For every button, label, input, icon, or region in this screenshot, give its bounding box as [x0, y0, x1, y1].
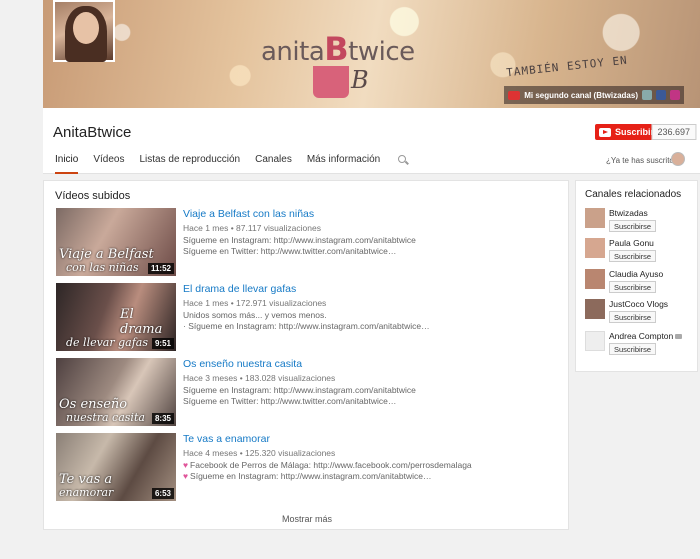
- verified-icon: [675, 334, 683, 340]
- video-desc: ♥ Sígueme en Instagram: http://www.instag…: [183, 471, 432, 481]
- mug-letter: B: [351, 66, 369, 94]
- video-desc: Sígueme en Instagram: http://www.instagr…: [183, 235, 416, 245]
- youtube-icon[interactable]: [508, 90, 521, 100]
- heart-icon: ♥: [183, 460, 189, 470]
- video-item[interactable]: El drama de llevar gafas 9:51 El drama d…: [56, 283, 566, 353]
- channel-avatar[interactable]: [585, 331, 605, 351]
- subscribe-button[interactable]: Suscribirse: [609, 220, 657, 232]
- user-avatar[interactable]: [671, 152, 685, 166]
- heart-icon: ♥: [183, 471, 189, 481]
- channel-tabs: Inicio Vídeos Listas de reproducción Can…: [55, 154, 408, 174]
- channel-name[interactable]: JustCoco Vlogs: [609, 299, 668, 309]
- tab-about[interactable]: Más información: [307, 154, 380, 174]
- related-channel[interactable]: Andrea Compton Suscribirse: [585, 331, 697, 361]
- subscribe-button[interactable]: Suscribirse: [609, 250, 657, 262]
- channel-header: AnitaBtwice Suscribirse 236.697 Inicio V…: [43, 108, 700, 174]
- video-meta: Hace 4 meses • 125.320 visualizaciones: [183, 448, 336, 458]
- channel-avatar[interactable]: [585, 238, 605, 258]
- channel-banner: anitaBtwice B TAMBIÉN ESTOY EN Mi segund…: [43, 0, 700, 108]
- subscribe-button[interactable]: Suscribirse: [609, 343, 657, 355]
- video-item[interactable]: Viaje a Belfast con las niñas 11:52 Viaj…: [56, 208, 566, 278]
- subscribe-button[interactable]: Suscribirse: [609, 281, 657, 293]
- related-channel[interactable]: JustCoco Vlogs Suscribirse: [585, 299, 697, 329]
- blog-icon[interactable]: [642, 90, 652, 100]
- video-thumbnail[interactable]: El drama de llevar gafas 9:51: [56, 283, 176, 351]
- tab-inicio[interactable]: Inicio: [55, 154, 79, 174]
- video-item[interactable]: Te vas a enamorar 6:53 Te vas a enamorar…: [56, 433, 566, 503]
- video-desc: Unidos somos más... y vemos menos.: [183, 310, 327, 320]
- channel-name[interactable]: Andrea Compton: [609, 331, 683, 341]
- subscribed-question: ¿Ya te has suscrito?: [606, 156, 679, 165]
- mug-graphic: [313, 66, 349, 98]
- show-more-button[interactable]: Mostrar más: [44, 514, 570, 524]
- subscriber-count: 236.697: [651, 124, 696, 140]
- video-thumbnail[interactable]: Viaje a Belfast con las niñas 11:52: [56, 208, 176, 276]
- second-channel-link[interactable]: Mi segundo canal (Btwizadas): [524, 91, 638, 100]
- channel-name[interactable]: Claudia Ayuso: [609, 269, 663, 279]
- related-channel[interactable]: Claudia Ayuso Suscribirse: [585, 269, 697, 299]
- tab-playlists[interactable]: Listas de reproducción: [140, 154, 241, 174]
- facebook-icon[interactable]: [656, 90, 666, 100]
- channel-title: AnitaBtwice: [53, 124, 132, 141]
- related-title: Canales relacionados: [585, 189, 682, 200]
- video-title[interactable]: Os enseño nuestra casita: [183, 358, 302, 370]
- channel-avatar[interactable]: [53, 0, 115, 62]
- video-duration: 9:51: [151, 338, 174, 349]
- channel-name[interactable]: Btwizadas: [609, 208, 648, 218]
- video-meta: Hace 3 meses • 183.028 visualizaciones: [183, 373, 336, 383]
- video-meta: Hace 1 mes • 172.971 visualizaciones: [183, 298, 327, 308]
- video-title[interactable]: El drama de llevar gafas: [183, 283, 296, 295]
- uploads-section: Vídeos subidos Viaje a Belfast con las n…: [43, 180, 569, 530]
- video-desc: Sígueme en Instagram: http://www.instagr…: [183, 385, 416, 395]
- video-item[interactable]: Os enseño nuestra casita 8:35 Os enseño …: [56, 358, 566, 428]
- video-thumbnail[interactable]: Te vas a enamorar 6:53: [56, 433, 176, 501]
- video-desc: ♥ Facebook de Perros de Málaga: http://ww…: [183, 460, 472, 470]
- related-channel[interactable]: Paula Gonu Suscribirse: [585, 238, 697, 268]
- tab-channels[interactable]: Canales: [255, 154, 292, 174]
- video-desc: Sígueme en Twitter: http://www.twitter.c…: [183, 246, 397, 256]
- video-duration: 11:52: [147, 263, 174, 274]
- banner-logo: anitaBtwice: [261, 30, 415, 68]
- section-title[interactable]: Vídeos subidos: [55, 190, 130, 202]
- tab-videos[interactable]: Vídeos: [93, 154, 124, 174]
- video-title[interactable]: Viaje a Belfast con las niñas: [183, 208, 314, 220]
- video-desc: · Sígueme en Instagram: http://www.insta…: [183, 321, 430, 331]
- channel-avatar[interactable]: [585, 269, 605, 289]
- subscribe-button[interactable]: Suscribirse: [609, 311, 657, 323]
- related-channels: Canales relacionados Btwizadas Suscribir…: [575, 180, 698, 372]
- search-icon[interactable]: [398, 155, 408, 165]
- channel-avatar[interactable]: [585, 208, 605, 228]
- youtube-icon: [599, 127, 611, 137]
- video-duration: 8:35: [151, 413, 174, 424]
- video-thumbnail[interactable]: Os enseño nuestra casita 8:35: [56, 358, 176, 426]
- channel-name[interactable]: Paula Gonu: [609, 238, 654, 248]
- video-meta: Hace 1 mes • 87.117 visualizaciones: [183, 223, 321, 233]
- video-title[interactable]: Te vas a enamorar: [183, 433, 270, 445]
- related-channel[interactable]: Btwizadas Suscribirse: [585, 208, 697, 238]
- banner-tagline: TAMBIÉN ESTOY EN: [505, 53, 629, 80]
- video-desc: Sígueme en Twitter: http://www.twitter.c…: [183, 396, 397, 406]
- channel-avatar[interactable]: [585, 299, 605, 319]
- banner-links: Mi segundo canal (Btwizadas): [504, 86, 684, 104]
- video-duration: 6:53: [151, 488, 174, 499]
- instagram-icon[interactable]: [670, 90, 680, 100]
